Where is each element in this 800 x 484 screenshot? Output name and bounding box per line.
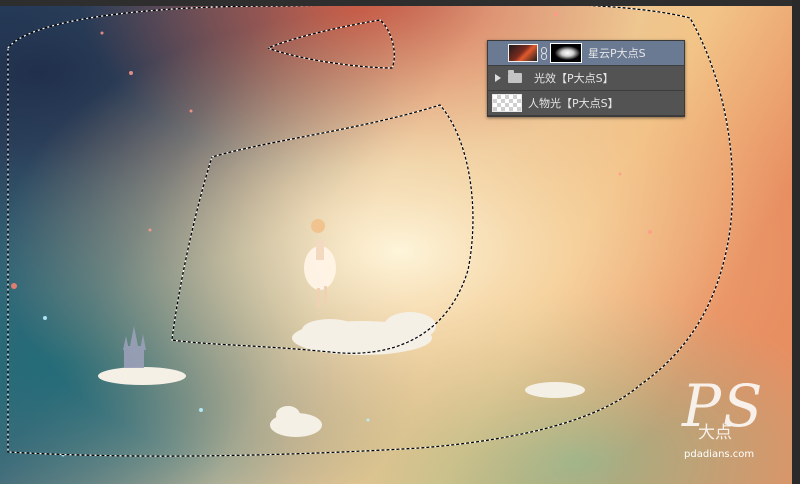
layer-name[interactable]: 光效【P大点S】: [534, 70, 614, 86]
layer-row-light-effect-group[interactable]: 光效【P大点S】: [488, 66, 684, 91]
watermark-url: pdadians.com: [684, 449, 755, 460]
triangle-right-icon[interactable]: [495, 74, 501, 82]
layer-name[interactable]: 人物光【P大点S】: [528, 95, 619, 111]
layer-name[interactable]: 星云P大点S: [588, 45, 646, 61]
watermark-chinese: 大点: [698, 423, 732, 443]
layer-thumbnail[interactable]: [508, 44, 538, 62]
layer-row-figure-light[interactable]: 人物光【P大点S】: [488, 91, 684, 116]
layer-row-nebula[interactable]: 星云P大点S: [488, 41, 684, 66]
folder-icon: [508, 70, 522, 83]
document-canvas[interactable]: 星云P大点S 光效【P大点S】 人物光【P大点S】 P S 大点 pdadian…: [0, 0, 800, 484]
layer-thumbnail[interactable]: [492, 94, 522, 112]
layers-panel[interactable]: 星云P大点S 光效【P大点S】 人物光【P大点S】: [487, 40, 685, 117]
link-icon[interactable]: [540, 46, 548, 60]
watermark-logo: P S 大点 pdadians.com: [680, 372, 790, 467]
canvas-frame-right: [792, 0, 800, 484]
layer-mask-thumbnail[interactable]: [550, 43, 582, 63]
canvas-frame-top: [0, 0, 800, 6]
